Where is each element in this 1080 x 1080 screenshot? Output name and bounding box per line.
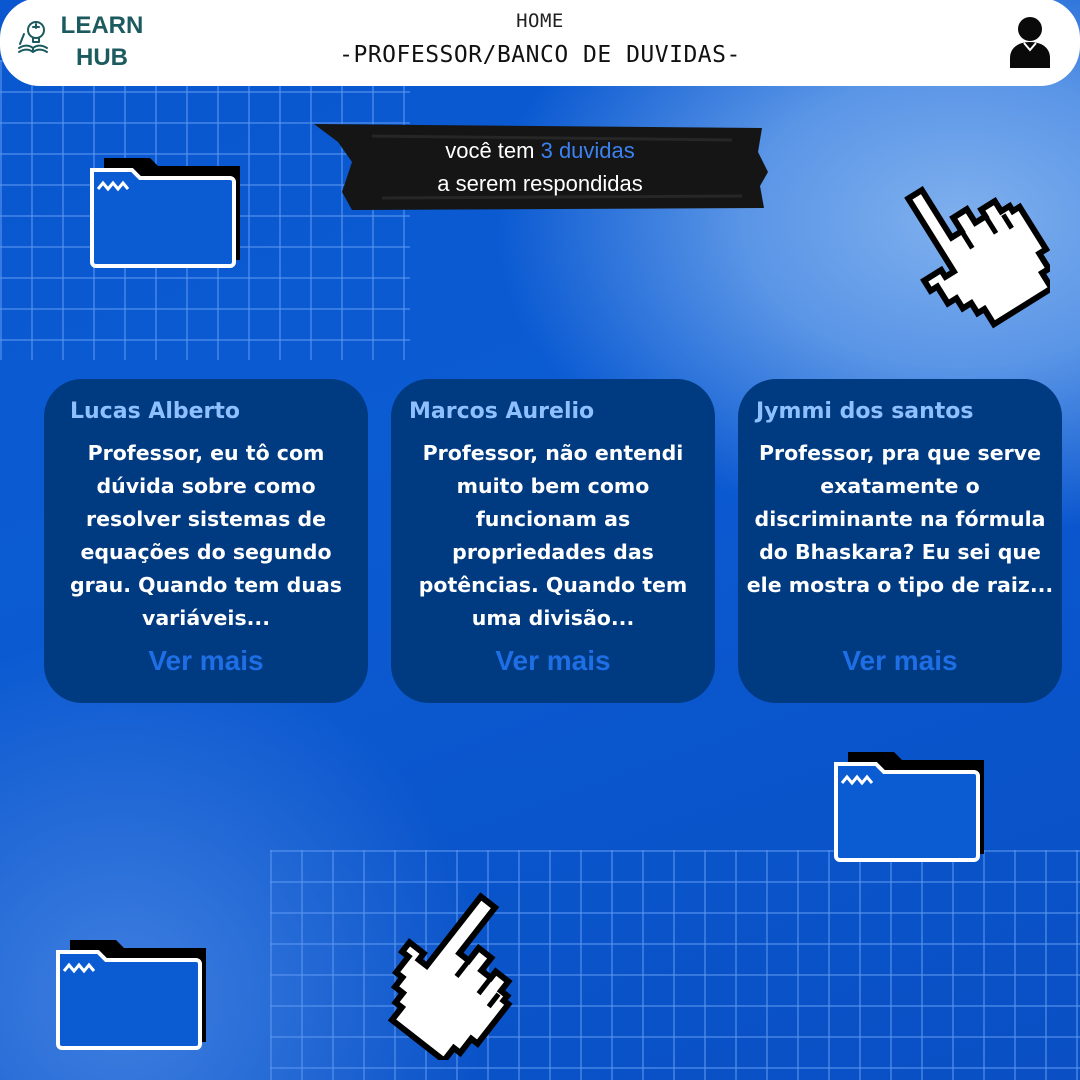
question-card[interactable]: Lucas Alberto Professor, eu tô com dúvid…: [44, 379, 368, 703]
banner-prefix: você tem: [445, 138, 541, 163]
banner-text: você tem 3 duvidas a serem respondidas: [312, 134, 768, 200]
question-text: Professor, não entendi muito bem como fu…: [418, 441, 688, 630]
banner-line-1: você tem 3 duvidas: [312, 134, 768, 167]
nav-home-link[interactable]: HOME: [0, 10, 1080, 32]
pointer-hand-icon: [904, 185, 1050, 329]
question-author: Marcos Aurelio: [409, 399, 595, 424]
page-title: -PROFESSOR/BANCO DE DUVIDAS-: [339, 42, 741, 68]
question-author: Jymmi dos santos: [756, 399, 974, 424]
folder-icon: [90, 158, 240, 268]
question-text: Professor, eu tô com dúvida sobre como r…: [70, 441, 342, 630]
see-more-link[interactable]: Ver mais: [738, 645, 1062, 677]
question-text: Professor, pra que serve exatamente o di…: [746, 441, 1054, 597]
question-card[interactable]: Marcos Aurelio Professor, não entendi mu…: [391, 379, 715, 703]
folder-icon: [834, 752, 984, 862]
see-more-link[interactable]: Ver mais: [391, 645, 715, 677]
top-bar: LEARN HUB HOME -PROFESSOR/BANCO DE DUVID…: [0, 0, 1080, 86]
pointer-hand-icon: [387, 892, 513, 1060]
pending-questions-banner: você tem 3 duvidas a serem respondidas: [312, 122, 768, 212]
user-icon[interactable]: [1006, 14, 1054, 70]
see-more-link[interactable]: Ver mais: [44, 645, 368, 677]
folder-icon: [56, 940, 206, 1050]
question-author: Lucas Alberto: [70, 399, 241, 424]
question-card[interactable]: Jymmi dos santos Professor, pra que serv…: [738, 379, 1062, 703]
banner-line-2: a serem respondidas: [437, 171, 643, 196]
pending-count: 3 duvidas: [540, 138, 635, 163]
